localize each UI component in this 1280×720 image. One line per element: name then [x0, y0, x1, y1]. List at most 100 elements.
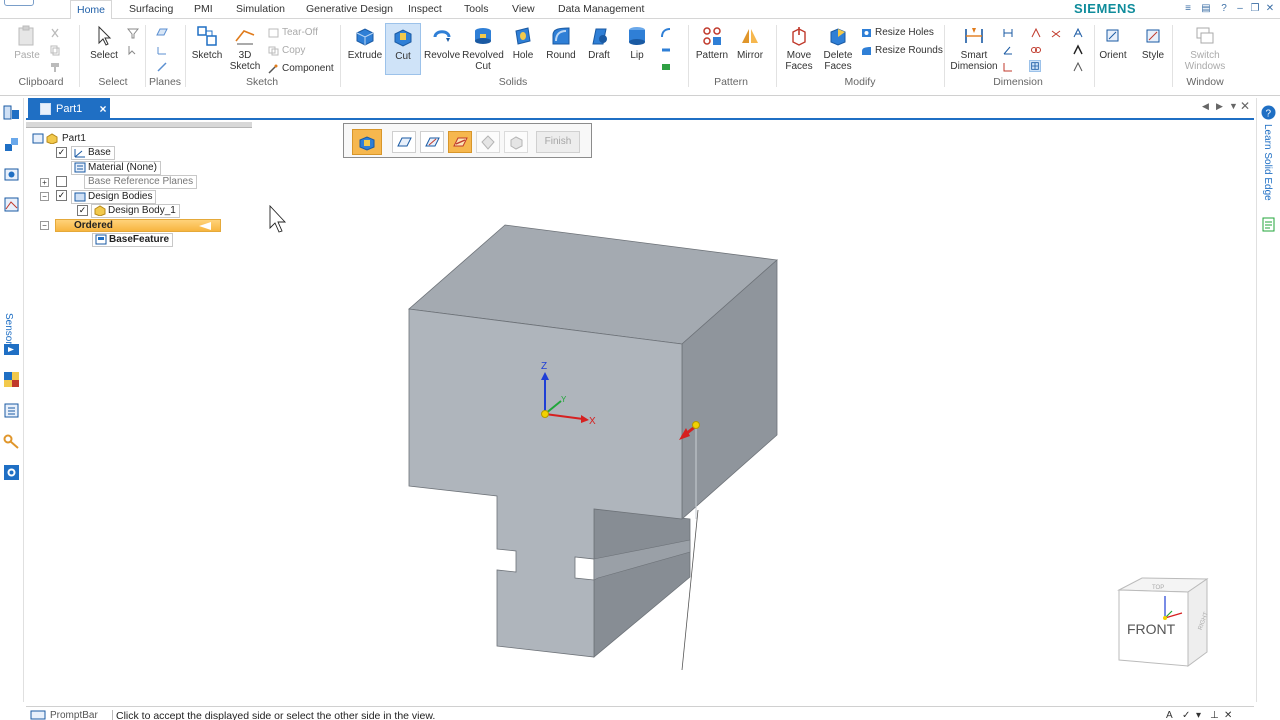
- tree-node-ordered[interactable]: Ordered: [55, 219, 221, 232]
- collapse-ordered-icon[interactable]: −: [40, 221, 49, 230]
- sketch-step-button[interactable]: [420, 131, 444, 153]
- style-button[interactable]: Style: [1137, 25, 1169, 61]
- minimize-icon[interactable]: –: [1234, 2, 1246, 15]
- design-body-1-checkbox[interactable]: ✓: [77, 205, 88, 216]
- treatment-step-button[interactable]: [504, 131, 528, 153]
- animation-icon[interactable]: [3, 341, 20, 358]
- tree-node-base-reference-planes[interactable]: Base Reference Planes: [84, 175, 198, 189]
- quick-access-button[interactable]: [4, 0, 34, 6]
- 3d-sketch-button[interactable]: 3D Sketch: [228, 25, 262, 72]
- thin-wall-icon[interactable]: [660, 27, 672, 39]
- tab-list-icon[interactable]: ▼: [1229, 101, 1238, 111]
- document-tab-part1[interactable]: Part1 ×: [28, 98, 110, 120]
- plane-step-button[interactable]: [392, 131, 416, 153]
- tab-simulation[interactable]: Simulation: [230, 0, 291, 19]
- collapse-design-bodies-icon[interactable]: −: [40, 192, 49, 201]
- tree-node-design-bodies[interactable]: Design Bodies: [71, 190, 157, 204]
- extrude-button[interactable]: Extrude: [346, 25, 384, 61]
- tab-view[interactable]: View: [506, 0, 541, 19]
- relationship-icon[interactable]: [1030, 27, 1042, 39]
- thread-icon[interactable]: [660, 61, 672, 73]
- prompt-bar-title[interactable]: PromptBar: [30, 710, 98, 720]
- learn-solid-edge-label[interactable]: Learn Solid Edge: [1262, 124, 1273, 201]
- font-icon[interactable]: [1072, 44, 1084, 56]
- switch-windows-button[interactable]: Switch Windows: [1177, 25, 1233, 72]
- base-checkbox[interactable]: ✓: [56, 147, 67, 158]
- learn-help-icon[interactable]: ?: [1261, 105, 1276, 120]
- prompt-font-icon[interactable]: ✓: [1182, 710, 1190, 720]
- color-manager-icon[interactable]: [3, 371, 20, 388]
- document-icon[interactable]: ▤: [1200, 2, 1212, 15]
- tab-generative-design[interactable]: Generative Design: [300, 0, 399, 19]
- prompt-dropdown-icon[interactable]: ▾: [1196, 710, 1201, 720]
- layout-icon[interactable]: ≡: [1182, 2, 1194, 15]
- side-step-button[interactable]: [448, 131, 472, 153]
- round-button[interactable]: Round: [543, 25, 579, 61]
- copy-clipboard-icon[interactable]: [49, 44, 61, 56]
- plane-icon[interactable]: [156, 27, 168, 39]
- format-painter-icon[interactable]: [49, 61, 61, 73]
- revolved-cut-button[interactable]: Revolved Cut: [462, 25, 504, 72]
- tab-data-management[interactable]: Data Management: [552, 0, 650, 19]
- tab-inspect[interactable]: Inspect: [402, 0, 448, 19]
- draft-button[interactable]: Draft: [582, 25, 616, 61]
- layers-icon[interactable]: [3, 136, 20, 153]
- extent-step-button[interactable]: [476, 131, 500, 153]
- expand-reference-planes-icon[interactable]: +: [40, 178, 49, 187]
- rib-icon[interactable]: [660, 44, 672, 56]
- next-tab-icon[interactable]: ▶: [1216, 101, 1223, 112]
- filter-icon[interactable]: [127, 27, 139, 39]
- hole-button[interactable]: Hole: [507, 25, 539, 61]
- properties-icon[interactable]: [3, 402, 20, 419]
- design-bodies-checkbox[interactable]: ✓: [56, 190, 67, 201]
- lock-dimension-icon[interactable]: [1050, 27, 1062, 39]
- orient-button[interactable]: Orient: [1097, 25, 1129, 61]
- key-icon[interactable]: [3, 433, 20, 450]
- rollback-arrow-icon[interactable]: [198, 221, 212, 231]
- model-stem-side-face[interactable]: [593, 508, 691, 658]
- tear-off-button[interactable]: Tear-Off: [268, 26, 318, 40]
- feature-library-icon[interactable]: [3, 166, 20, 183]
- pattern-button[interactable]: Pattern: [694, 25, 730, 61]
- move-faces-button[interactable]: Move Faces: [780, 25, 818, 72]
- reference-planes-checkbox[interactable]: [56, 176, 67, 187]
- tab-tools[interactable]: Tools: [458, 0, 495, 19]
- tree-node-base-feature[interactable]: BaseFeature: [92, 233, 174, 247]
- view-cube[interactable]: FRONT TOP RIGHT: [1117, 577, 1210, 667]
- resize-rounds-button[interactable]: Resize Rounds: [861, 44, 943, 58]
- distance-between-icon[interactable]: [1002, 27, 1014, 39]
- design-intent-icon[interactable]: [1029, 60, 1041, 72]
- annotation-icon[interactable]: [1072, 61, 1084, 73]
- cut-clipboard-icon[interactable]: [49, 27, 61, 39]
- prompt-options-icon[interactable]: A: [1166, 710, 1173, 720]
- tab-pmi[interactable]: PMI: [188, 0, 219, 19]
- component-button[interactable]: Component: [268, 62, 334, 76]
- select-button[interactable]: Select: [88, 25, 120, 61]
- text-icon[interactable]: [1072, 27, 1084, 39]
- tree-node-base[interactable]: Base: [71, 146, 115, 160]
- tree-node-material[interactable]: Material (None): [71, 161, 161, 175]
- previous-tab-icon[interactable]: ◀: [1202, 101, 1209, 112]
- report-icon[interactable]: [1261, 217, 1276, 232]
- cut-button[interactable]: Cut: [385, 23, 421, 75]
- coordinate-system-icon[interactable]: [156, 44, 168, 56]
- pathfinder-icon[interactable]: [3, 104, 20, 121]
- angle-between-icon[interactable]: [1002, 44, 1014, 56]
- resize-holes-button[interactable]: Resize Holes: [861, 26, 934, 40]
- select-tools-icon[interactable]: [127, 44, 139, 56]
- pathfinder-header[interactable]: [26, 122, 252, 128]
- mirror-button[interactable]: Mirror: [732, 25, 768, 61]
- tree-node-design-body-1[interactable]: Design Body_1: [91, 204, 180, 218]
- revolve-button[interactable]: Revolve: [424, 25, 460, 61]
- settings-icon[interactable]: [3, 464, 20, 481]
- help-icon[interactable]: ?: [1218, 2, 1230, 15]
- sensors-icon[interactable]: [3, 196, 20, 213]
- restore-icon[interactable]: ❐: [1249, 2, 1261, 15]
- close-document-icon[interactable]: ×: [96, 98, 110, 120]
- prompt-close-icon[interactable]: ✕: [1224, 710, 1232, 720]
- coordinate-dimension-icon[interactable]: [1002, 61, 1014, 73]
- smart-dimension-button[interactable]: Smart Dimension: [950, 25, 998, 72]
- relate-icon[interactable]: [1030, 44, 1042, 56]
- close-app-icon[interactable]: ✕: [1264, 2, 1276, 15]
- close-window-icon[interactable]: ✕: [1240, 99, 1250, 113]
